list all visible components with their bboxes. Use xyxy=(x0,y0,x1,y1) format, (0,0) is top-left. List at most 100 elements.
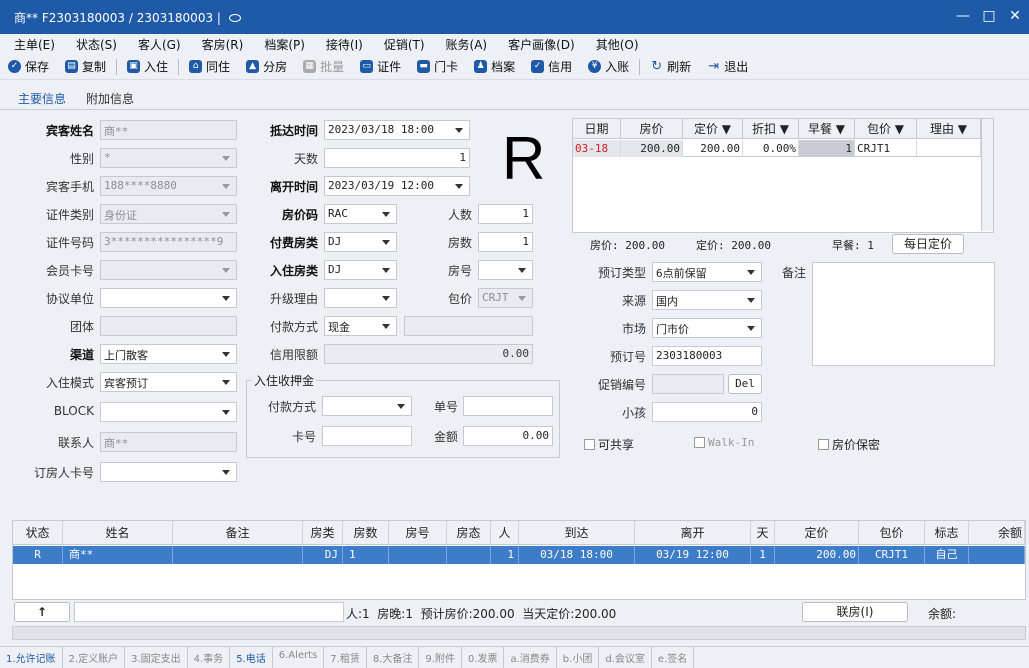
paymethod-select[interactable]: 现金 xyxy=(324,316,397,336)
guest-name-field[interactable]: 商** xyxy=(100,120,237,140)
exit-button[interactable]: ⇥ 退出 xyxy=(699,58,756,75)
rate-cell-breakfast[interactable]: 1 xyxy=(799,140,855,157)
grid-col-roomno[interactable]: 房号 xyxy=(389,521,447,545)
tab-big-remark[interactable]: 8.大备注 xyxy=(367,647,420,668)
grid-col-rate[interactable]: 定价 xyxy=(775,521,859,545)
grid-cell-remark[interactable] xyxy=(173,546,303,564)
grid-cell-days[interactable]: 1 xyxy=(751,546,775,564)
grid-cell-flag[interactable]: 自己 xyxy=(925,546,969,564)
menu-profile[interactable]: 客户画像(D) xyxy=(494,34,582,54)
booking-number-field[interactable]: 2303180003 xyxy=(652,346,762,366)
grid-cell-rooms[interactable]: 1 xyxy=(343,546,389,564)
grid-col-depart[interactable]: 离开 xyxy=(635,521,751,545)
grid-cell-roomtype[interactable]: DJ xyxy=(303,546,343,564)
upgrade-select[interactable] xyxy=(324,288,397,308)
minimize-button[interactable]: — xyxy=(952,5,974,27)
grid-col-rooms[interactable]: 房数 xyxy=(343,521,389,545)
market-select[interactable]: 门市价 xyxy=(652,318,762,338)
gender-select[interactable]: * xyxy=(100,148,237,168)
grid-col-arrive[interactable]: 到达 xyxy=(519,521,635,545)
booking-type-select[interactable]: 6点前保留 xyxy=(652,262,762,282)
rate-col-discount[interactable]: 折扣 ▼ xyxy=(743,119,799,139)
grid-cell-status[interactable]: R xyxy=(13,546,63,564)
deposit-amount-field[interactable]: 0.00 xyxy=(463,426,553,446)
tab-attachment[interactable]: 9.附件 xyxy=(419,647,462,668)
roomtype-select[interactable]: DJ xyxy=(324,260,397,280)
grid-cell-rate[interactable]: 200.00 xyxy=(775,546,859,564)
channel-select[interactable]: 上门散客 xyxy=(100,344,237,364)
move-up-button[interactable]: ↑ xyxy=(14,602,70,622)
tab-lease[interactable]: 7.租赁 xyxy=(324,647,367,668)
menu-room[interactable]: 客房(R) xyxy=(188,34,251,54)
rate-col-package[interactable]: 包价 ▼ xyxy=(855,119,917,139)
rate-cell-date[interactable]: 03-18 xyxy=(573,140,621,157)
grid-cell-persons[interactable]: 1 xyxy=(491,546,519,564)
rate-cell-package[interactable]: CRJT1 xyxy=(855,140,917,157)
rate-cell-discount[interactable]: 0.00% xyxy=(743,140,799,157)
child-field[interactable]: 0 xyxy=(652,402,762,422)
grid-cell-arrive[interactable]: 03/18 18:00 xyxy=(519,546,635,564)
card-button[interactable]: ▬ 门卡 xyxy=(409,58,466,75)
grid-col-flag[interactable]: 标志 xyxy=(925,521,969,545)
menu-main[interactable]: 主单(E) xyxy=(0,34,62,54)
deposit-card-field[interactable] xyxy=(322,426,412,446)
phone-field[interactable]: 188****8880 xyxy=(100,176,237,196)
rate-cell-reason[interactable] xyxy=(917,140,981,157)
share-checkbox[interactable]: 可共享 xyxy=(584,436,634,453)
tab-fixed-expense[interactable]: 3.固定支出 xyxy=(125,647,188,668)
tab-allow-charge[interactable]: 1.允许记账 xyxy=(0,647,63,668)
refresh-button[interactable]: ↻ 刷新 xyxy=(642,58,699,75)
rate-secret-checkbox-box[interactable] xyxy=(818,439,829,450)
grid-cell-balance[interactable] xyxy=(969,546,1025,564)
persons-field[interactable]: 1 xyxy=(478,204,533,224)
tab-meeting-room[interactable]: d.会议室 xyxy=(599,647,652,668)
daily-rate-button[interactable]: 每日定价 xyxy=(892,234,964,254)
grid-col-balance[interactable]: 余额 xyxy=(969,521,1025,545)
copy-button[interactable]: ▤ 复制 xyxy=(57,58,114,75)
menu-status[interactable]: 状态(S) xyxy=(62,34,124,54)
credit-limit-field[interactable]: 0.00 xyxy=(324,344,533,364)
package-select[interactable]: CRJT xyxy=(478,288,533,308)
pay-roomtype-select[interactable]: DJ xyxy=(324,232,397,252)
grid-col-persons[interactable]: 人 xyxy=(491,521,519,545)
grid-cell-name[interactable]: 商** xyxy=(63,546,173,564)
depart-datetime[interactable]: 2023/03/19 12:00 xyxy=(324,176,470,196)
rooms-field[interactable]: 1 xyxy=(478,232,533,252)
tab-phone[interactable]: 5.电话 xyxy=(230,647,273,668)
rate-cell-fixed[interactable]: 200.00 xyxy=(683,140,743,157)
together-button[interactable]: ⌂ 同住 xyxy=(181,58,238,75)
eye-icon[interactable] xyxy=(228,13,241,22)
batch-button[interactable]: ▦ 批量 xyxy=(295,58,352,75)
grid-col-roomstate[interactable]: 房态 xyxy=(447,521,491,545)
menu-reception[interactable]: 接待(I) xyxy=(312,34,370,54)
rate-col-fixed[interactable]: 定价 ▼ xyxy=(683,119,743,139)
tab-signature[interactable]: e.签名 xyxy=(652,647,695,668)
tab-invoice[interactable]: 0.发票 xyxy=(462,647,505,668)
close-button[interactable]: ✕ xyxy=(1004,5,1026,27)
deposit-no-field[interactable] xyxy=(463,396,553,416)
id-number-field[interactable]: 3****************9 xyxy=(100,232,237,252)
deposit-pay-select[interactable] xyxy=(322,396,412,416)
booker-card-select[interactable] xyxy=(100,462,237,482)
menu-guest[interactable]: 客人(G) xyxy=(124,34,188,54)
arrive-datetime[interactable]: 2023/03/18 18:00 xyxy=(324,120,470,140)
grid-cell-roomstate[interactable] xyxy=(447,546,491,564)
grid-col-status[interactable]: 状态 xyxy=(13,521,63,545)
rate-code-select[interactable]: RAC xyxy=(324,204,397,224)
group-field[interactable] xyxy=(100,316,237,336)
menu-account[interactable]: 账务(A) xyxy=(432,34,495,54)
cert-button[interactable]: ▭ 证件 xyxy=(352,58,409,75)
days-field[interactable]: 1 xyxy=(324,148,470,168)
grid-col-days[interactable]: 天 xyxy=(751,521,775,545)
summary-input[interactable] xyxy=(74,602,344,622)
menu-other[interactable]: 其他(O) xyxy=(582,34,646,54)
tab-extra-info[interactable]: 附加信息 xyxy=(86,90,134,107)
horizontal-scrollbar[interactable] xyxy=(12,626,1026,640)
tab-main-info[interactable]: 主要信息 xyxy=(18,90,66,107)
rate-col-reason[interactable]: 理由 ▼ xyxy=(917,119,981,139)
paymethod-extra-field[interactable] xyxy=(404,316,533,336)
rate-col-breakfast[interactable]: 早餐 ▼ xyxy=(799,119,855,139)
tab-voucher[interactable]: a.消费券 xyxy=(504,647,557,668)
grid-col-roomtype[interactable]: 房类 xyxy=(303,521,343,545)
contact-field[interactable]: 商** xyxy=(100,432,237,452)
